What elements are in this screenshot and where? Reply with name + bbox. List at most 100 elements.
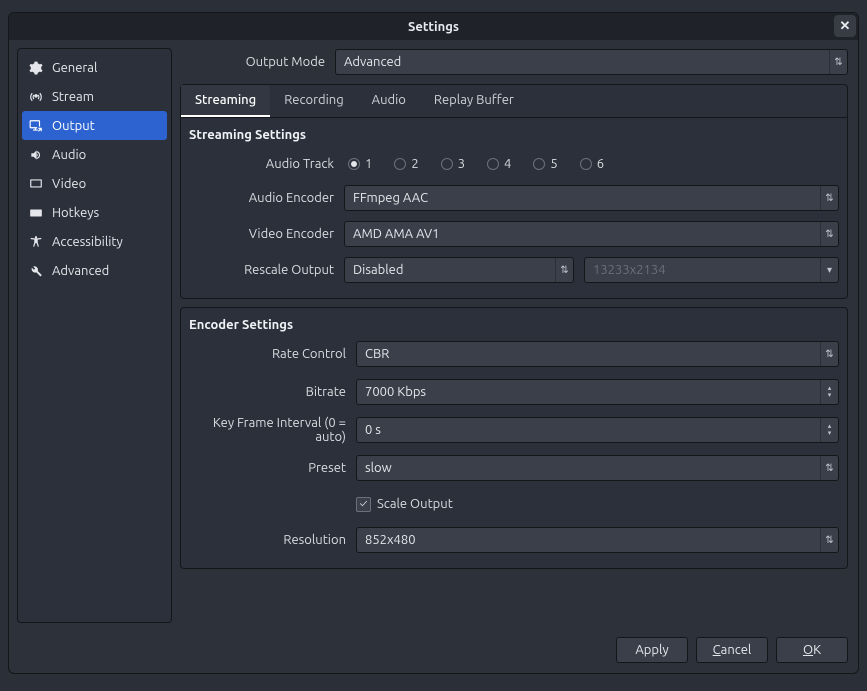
spinner-arrows-icon: ▴▾ [820, 380, 838, 404]
tab-recording[interactable]: Recording [270, 85, 357, 117]
rescale-output-row: Rescale Output Disabled ⇅ 13233x2134 ▾ [189, 256, 839, 284]
speaker-icon [28, 148, 44, 162]
sidebar-item-label: Video [52, 177, 86, 191]
apply-button[interactable]: Apply [616, 637, 688, 663]
chevron-updown-icon: ⇅ [820, 222, 838, 246]
key-interval-row: Key Frame Interval (0 = auto) 0 s ▴▾ [189, 416, 839, 444]
rescale-output-combo[interactable]: Disabled ⇅ [344, 257, 574, 283]
output-mode-row: Output Mode Advanced ⇅ [180, 48, 848, 76]
sidebar-item-label: Accessibility [52, 235, 123, 249]
sidebar-item-hotkeys[interactable]: Hotkeys [18, 198, 171, 227]
chevron-down-icon: ▾ [820, 258, 838, 282]
radio-dot-icon [533, 158, 545, 170]
audio-track-radio-4[interactable]: 4 [487, 157, 511, 171]
rescale-output-value: Disabled [353, 263, 403, 277]
sidebar-item-audio[interactable]: Audio [18, 140, 171, 169]
sidebar-item-general[interactable]: General [18, 53, 171, 82]
titlebar: Settings ✕ [9, 13, 858, 40]
ok-button[interactable]: OK [776, 637, 848, 663]
radio-dot-icon [348, 158, 360, 170]
preset-combo[interactable]: slow ⇅ [356, 455, 839, 481]
key-interval-label: Key Frame Interval (0 = auto) [189, 416, 356, 444]
tab-replay-buffer[interactable]: Replay Buffer [420, 85, 528, 117]
video-encoder-combo[interactable]: AMD AMA AV1 ⇅ [344, 221, 839, 247]
audio-track-label: Audio Track [189, 157, 344, 171]
streaming-group: Streaming Recording Audio Replay Buffer … [180, 84, 848, 299]
audio-track-radios: 1 2 3 4 5 6 [344, 157, 839, 171]
output-mode-value: Advanced [344, 55, 401, 69]
rescale-resolution-input[interactable]: 13233x2134 ▾ [584, 257, 839, 283]
audio-track-radio-5[interactable]: 5 [533, 157, 557, 171]
tab-audio[interactable]: Audio [358, 85, 420, 117]
main-panel: Output Mode Advanced ⇅ Streaming Recordi… [172, 40, 858, 631]
chevron-updown-icon: ⇅ [820, 342, 838, 366]
key-interval-spinner[interactable]: 0 s ▴▾ [356, 417, 839, 443]
chevron-updown-icon: ⇅ [555, 258, 573, 282]
audio-encoder-label: Audio Encoder [189, 191, 344, 205]
rescale-resolution-value: 13233x2134 [593, 263, 666, 277]
audio-track-radio-3[interactable]: 3 [441, 157, 465, 171]
resolution-combo[interactable]: 852x480 ⇅ [356, 527, 839, 553]
streaming-settings-title: Streaming Settings [189, 128, 839, 142]
preset-row: Preset slow ⇅ [189, 454, 839, 482]
scale-output-label: Scale Output [377, 497, 453, 511]
audio-track-radio-6[interactable]: 6 [580, 157, 604, 171]
resolution-label: Resolution [189, 533, 356, 547]
tools-icon [28, 264, 44, 278]
window-title: Settings [408, 20, 459, 34]
sidebar-item-video[interactable]: Video [18, 169, 171, 198]
tab-streaming[interactable]: Streaming [181, 85, 270, 117]
sidebar-item-label: Audio [52, 148, 86, 162]
close-button[interactable]: ✕ [834, 15, 856, 37]
dialog-body: General Stream Output Audio [9, 40, 858, 631]
preset-label: Preset [189, 461, 356, 475]
gear-icon [28, 61, 44, 75]
sidebar-item-accessibility[interactable]: Accessibility [18, 227, 171, 256]
cancel-button[interactable]: Cancel [696, 637, 768, 663]
close-icon: ✕ [840, 19, 851, 34]
audio-encoder-combo[interactable]: FFmpeg AAC ⇅ [344, 185, 839, 211]
encoder-group: Encoder Settings Rate Control CBR ⇅ Bitr… [180, 307, 848, 569]
scale-output-checkbox[interactable]: ✓ Scale Output [356, 497, 453, 512]
rate-control-label: Rate Control [189, 347, 356, 361]
radio-dot-icon [394, 158, 406, 170]
keyboard-icon [28, 206, 44, 220]
rate-control-combo[interactable]: CBR ⇅ [356, 341, 839, 367]
radio-dot-icon [441, 158, 453, 170]
antenna-icon [28, 90, 44, 104]
preset-value: slow [365, 461, 392, 475]
display-icon [28, 177, 44, 191]
output-mode-combo[interactable]: Advanced ⇅ [335, 49, 848, 75]
resolution-row: Resolution 852x480 ⇅ [189, 526, 839, 554]
sidebar: General Stream Output Audio [17, 48, 172, 623]
chevron-updown-icon: ⇅ [829, 50, 847, 74]
sidebar-item-output[interactable]: Output [22, 111, 167, 140]
chevron-updown-icon: ⇅ [820, 528, 838, 552]
chevron-updown-icon: ⇅ [820, 456, 838, 480]
bitrate-spinner[interactable]: 7000 Kbps ▴▾ [356, 379, 839, 405]
rate-control-value: CBR [365, 347, 389, 361]
sidebar-item-label: General [52, 61, 97, 75]
audio-track-radio-1[interactable]: 1 [348, 157, 372, 171]
accessibility-icon [28, 235, 44, 249]
audio-track-row: Audio Track 1 2 3 4 5 6 [189, 150, 839, 178]
sidebar-item-advanced[interactable]: Advanced [18, 256, 171, 285]
rate-control-row: Rate Control CBR ⇅ [189, 340, 839, 368]
sidebar-item-label: Stream [52, 90, 94, 104]
audio-encoder-value: FFmpeg AAC [353, 191, 428, 205]
dialog-footer: Apply Cancel OK [9, 631, 858, 673]
output-mode-label: Output Mode [180, 55, 335, 69]
spinner-arrows-icon: ▴▾ [820, 418, 838, 442]
bitrate-value: 7000 Kbps [365, 385, 426, 399]
radio-dot-icon [487, 158, 499, 170]
resolution-value: 852x480 [365, 533, 416, 547]
rescale-output-label: Rescale Output [189, 263, 344, 277]
video-encoder-row: Video Encoder AMD AMA AV1 ⇅ [189, 220, 839, 248]
sidebar-item-stream[interactable]: Stream [18, 82, 171, 111]
output-tabs: Streaming Recording Audio Replay Buffer [181, 85, 847, 118]
video-encoder-label: Video Encoder [189, 227, 344, 241]
audio-track-radio-2[interactable]: 2 [394, 157, 418, 171]
video-encoder-value: AMD AMA AV1 [353, 227, 439, 241]
scale-output-row: ✓ Scale Output [189, 490, 839, 518]
radio-dot-icon [580, 158, 592, 170]
